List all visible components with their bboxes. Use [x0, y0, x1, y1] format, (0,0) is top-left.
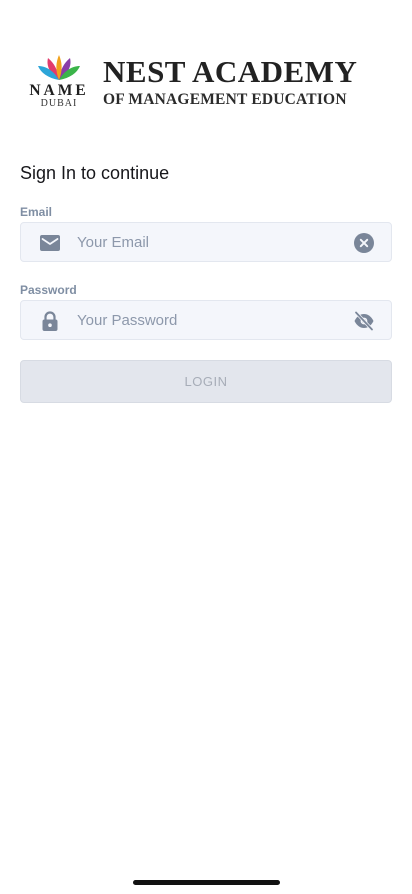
home-indicator: [133, 880, 280, 885]
password-field: [20, 300, 392, 340]
email-input[interactable]: [77, 223, 347, 261]
mail-icon: [40, 235, 60, 251]
password-label: Password: [20, 283, 77, 297]
eye-off-icon[interactable]: [353, 310, 375, 332]
email-label: Email: [20, 205, 53, 219]
logo-city-text: DUBAI: [40, 98, 78, 109]
clear-icon[interactable]: [353, 232, 375, 254]
lock-icon: [42, 311, 58, 331]
app-header: NAME DUBAI NEST ACADEMY OF MANAGEMENT ED…: [27, 52, 387, 114]
sign-in-heading: Sign In to continue: [20, 163, 170, 183]
password-input[interactable]: [77, 301, 347, 339]
academy-title: NEST ACADEMY: [103, 54, 358, 89]
email-field: [20, 222, 392, 262]
login-button[interactable]: LOGIN: [20, 360, 392, 403]
lotus-logo-icon: [38, 55, 80, 80]
name-logo: NAME DUBAI: [27, 52, 91, 114]
academy-subtitle: OF MANAGEMENT EDUCATION: [103, 91, 347, 108]
